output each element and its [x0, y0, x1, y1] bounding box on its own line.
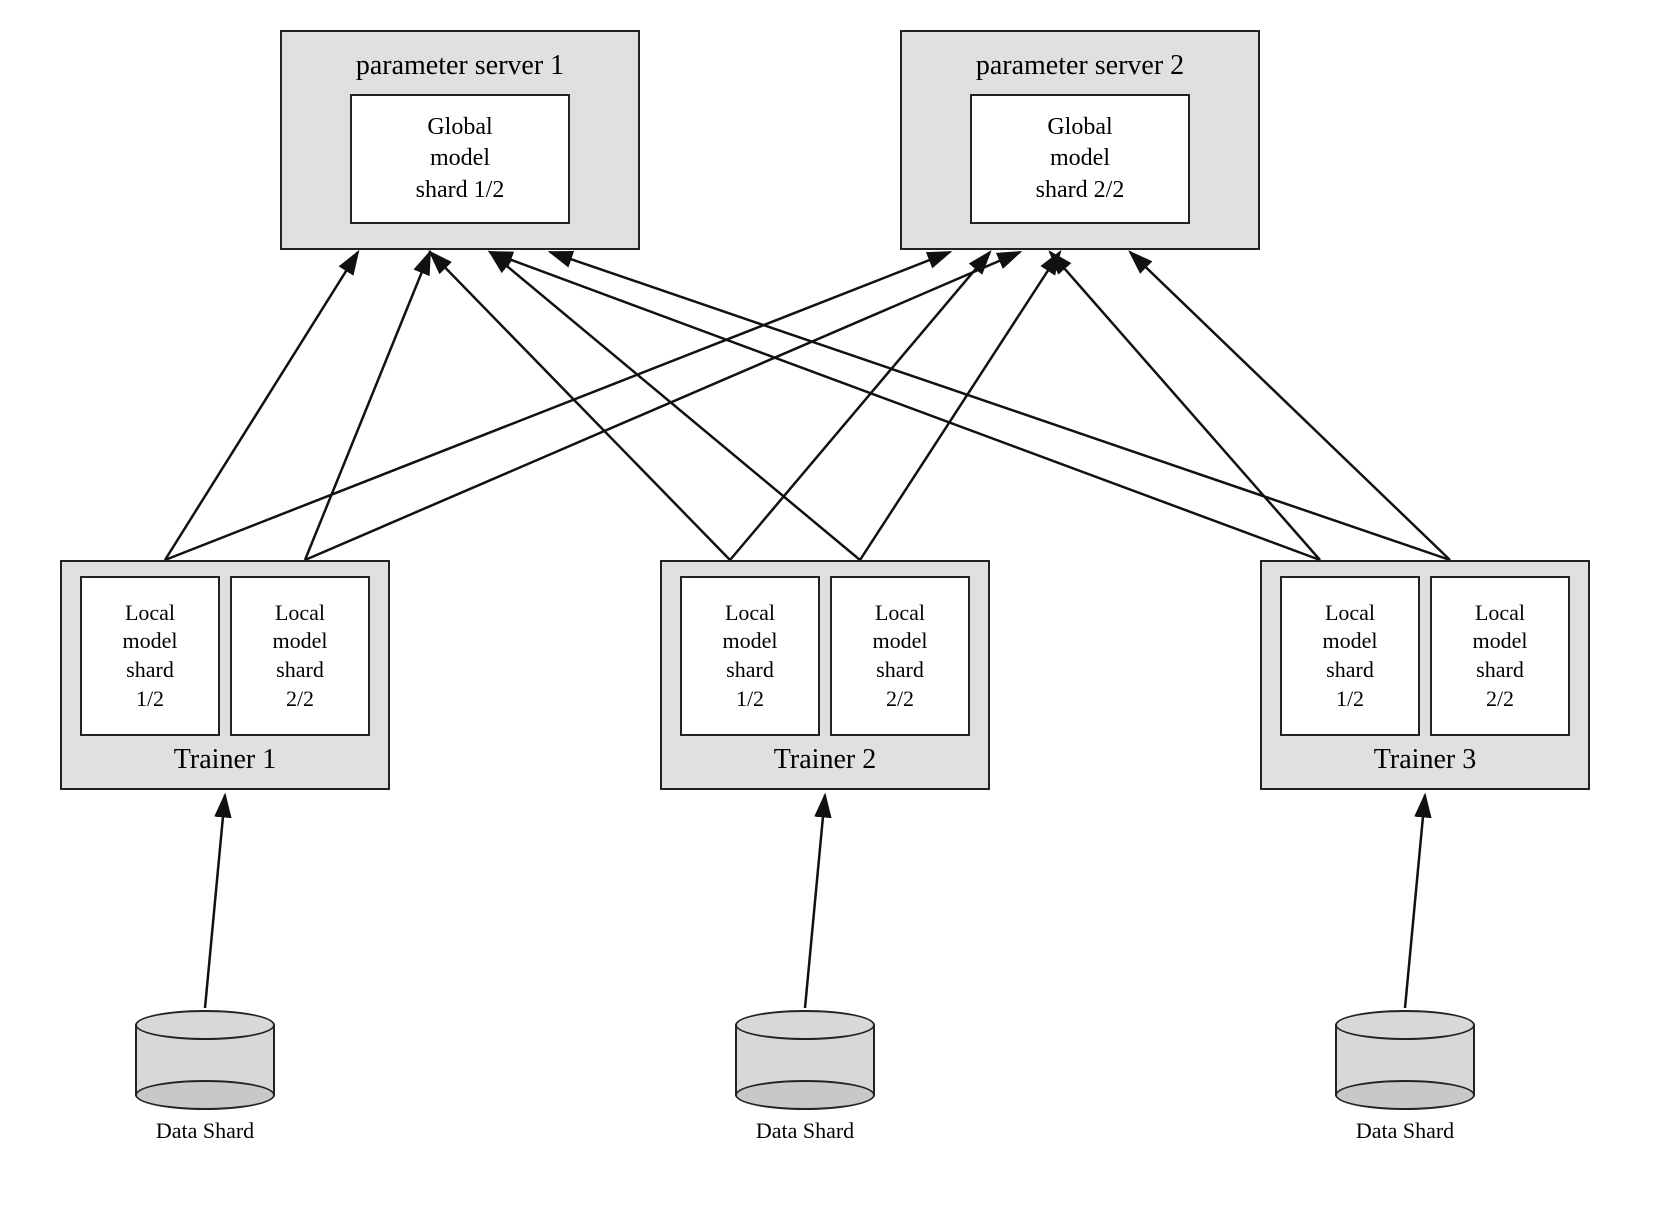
cylinder3-bottom: [1335, 1080, 1475, 1110]
arrow-t2s1-ps1: [430, 252, 730, 560]
arrow-t3s1-ps1: [490, 252, 1320, 560]
arrow-t1s2-ps2: [305, 252, 1020, 560]
param-server-1-title: parameter server 1: [356, 50, 564, 82]
arrow-t2s2-ps2: [860, 252, 1060, 560]
arrow-t3s1-ps2: [1050, 252, 1320, 560]
data-shard-3-label: Data Shard: [1356, 1118, 1454, 1144]
data-shard-1-label: Data Shard: [156, 1118, 254, 1144]
trainer2-local-shard-2: Localmodelshard2/2: [830, 576, 970, 736]
data-shard-2-container: Data Shard: [735, 1010, 875, 1144]
data-shard-1-cylinder: [135, 1010, 275, 1110]
diagram: parameter server 1 Globalmodelshard 1/2 …: [0, 0, 1668, 1228]
global-model-shard-2: Globalmodelshard 2/2: [970, 94, 1190, 224]
trainer-1: Localmodelshard1/2 Localmodelshard2/2 Tr…: [60, 560, 390, 790]
param-server-1: parameter server 1 Globalmodelshard 1/2: [280, 30, 640, 250]
param-server-2-title: parameter server 2: [976, 50, 1184, 82]
arrow-t2s2-ps1: [490, 252, 860, 560]
arrow-t1s2-ps1: [305, 252, 430, 560]
arrow-t1s1-ps2: [165, 252, 950, 560]
trainer3-local-shard-2: Localmodelshard2/2: [1430, 576, 1570, 736]
arrow-t1s1-ps1: [165, 252, 358, 560]
trainer-3: Localmodelshard1/2 Localmodelshard2/2 Tr…: [1260, 560, 1590, 790]
trainer3-local-shard-1: Localmodelshard1/2: [1280, 576, 1420, 736]
trainer-3-title: Trainer 3: [1374, 744, 1476, 776]
trainer1-local-shard-1: Localmodelshard1/2: [80, 576, 220, 736]
cylinder3-top: [1335, 1010, 1475, 1040]
trainer-2-title: Trainer 2: [774, 744, 876, 776]
data-shard-2-cylinder: [735, 1010, 875, 1110]
arrow-t3s2-ps1: [550, 252, 1450, 560]
arrow-ds2-t2: [805, 795, 825, 1008]
trainer-1-title: Trainer 1: [174, 744, 276, 776]
trainer-2: Localmodelshard1/2 Localmodelshard2/2 Tr…: [660, 560, 990, 790]
trainer2-local-shard-1: Localmodelshard1/2: [680, 576, 820, 736]
param-server-2: parameter server 2 Globalmodelshard 2/2: [900, 30, 1260, 250]
cylinder1-top: [135, 1010, 275, 1040]
arrow-t3s2-ps2: [1130, 252, 1450, 560]
cylinder2-top: [735, 1010, 875, 1040]
data-shard-3-container: Data Shard: [1335, 1010, 1475, 1144]
cylinder2-bottom: [735, 1080, 875, 1110]
global-model-shard-1: Globalmodelshard 1/2: [350, 94, 570, 224]
trainer1-local-shard-2: Localmodelshard2/2: [230, 576, 370, 736]
data-shard-3-cylinder: [1335, 1010, 1475, 1110]
cylinder1-bottom: [135, 1080, 275, 1110]
data-shard-2-label: Data Shard: [756, 1118, 854, 1144]
arrow-ds1-t1: [205, 795, 225, 1008]
arrow-ds3-t3: [1405, 795, 1425, 1008]
data-shard-1-container: Data Shard: [135, 1010, 275, 1144]
arrow-t2s1-ps2: [730, 252, 990, 560]
